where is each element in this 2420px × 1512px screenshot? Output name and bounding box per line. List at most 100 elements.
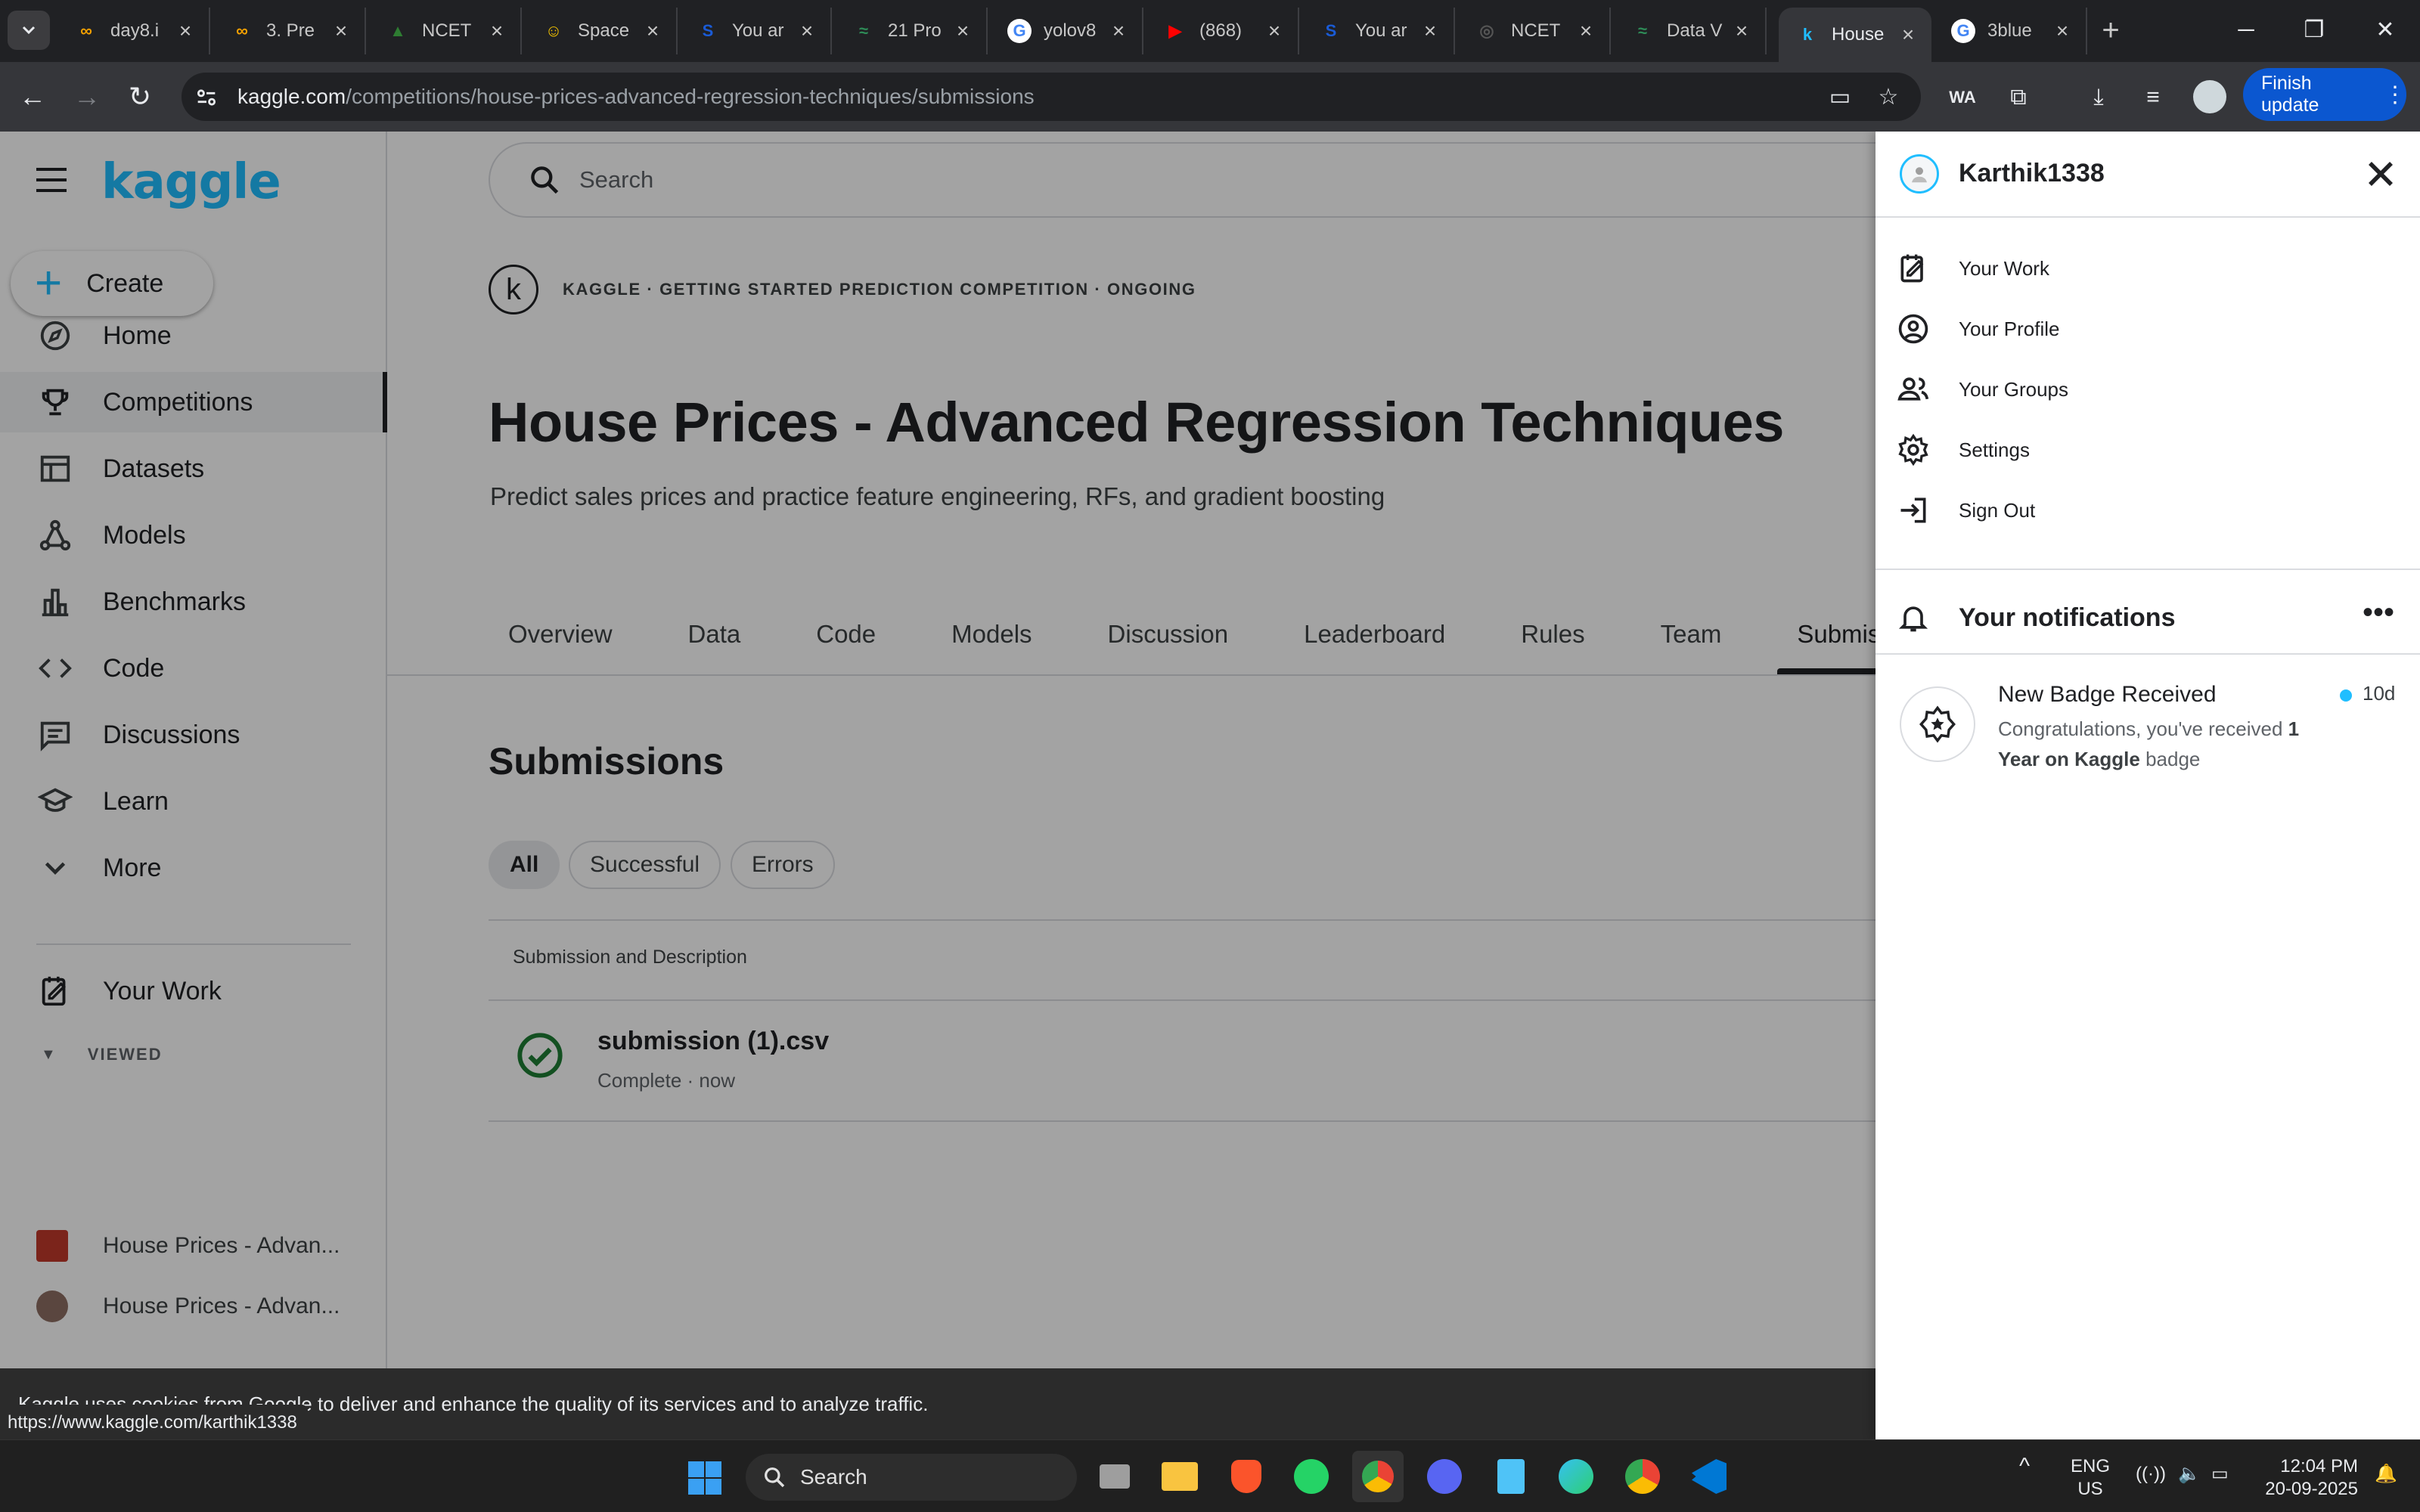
more-horiz-icon[interactable]: ••• <box>2360 597 2397 635</box>
tab-close-icon[interactable]: × <box>1109 19 1128 43</box>
tab-title: NCET <box>422 20 472 41</box>
tab-title: You ar <box>1355 20 1407 41</box>
menu-item-your-profile[interactable]: Your Profile <box>1897 302 2396 355</box>
menu-item-label: Your Profile <box>1959 317 2060 340</box>
maximize-button[interactable]: ❐ <box>2291 14 2337 47</box>
tab-close-icon[interactable]: × <box>1732 19 1751 43</box>
brave-browser-icon[interactable] <box>1221 1451 1272 1502</box>
volume-icon[interactable]: 🔈 <box>2178 1463 2201 1486</box>
cast-icon[interactable]: ▭ <box>1823 80 1857 115</box>
browser-tab[interactable]: ∞ 3. Pre × <box>213 8 366 54</box>
taskbar-search-label: Search <box>800 1465 867 1489</box>
wifi-icon[interactable]: ((·)) <box>2136 1463 2166 1486</box>
browser-tab[interactable]: ◎ NCET × <box>1458 8 1611 54</box>
vscode-icon[interactable] <box>1683 1451 1735 1502</box>
language-indicator[interactable]: ENG US <box>2071 1455 2110 1501</box>
discord-icon[interactable] <box>1419 1451 1470 1502</box>
reload-button[interactable]: ↻ <box>121 79 159 116</box>
browser-tab[interactable]: ≈ Data V × <box>1614 8 1767 54</box>
tab-favicon-icon: ≈ <box>1637 21 1648 40</box>
extension-wa-icon[interactable]: WA <box>1945 80 1980 115</box>
tab-title: 3. Pre <box>266 20 315 41</box>
browser-tab[interactable]: ☺ Space × <box>525 8 678 54</box>
task-view-icon[interactable] <box>1089 1451 1140 1502</box>
menu-item-your-groups[interactable]: Your Groups <box>1897 363 2396 416</box>
downloads-icon[interactable]: ⤓ <box>2081 80 2116 115</box>
edge-icon[interactable] <box>1550 1451 1602 1502</box>
menu-item-settings[interactable]: Settings <box>1897 423 2396 476</box>
notifications-header: Your notifications <box>1897 591 2411 644</box>
extensions-puzzle-icon[interactable]: ⧉ <box>2001 80 2036 115</box>
tab-title: Data V <box>1667 20 1723 41</box>
finish-update-button[interactable]: Finish update ⋮ <box>2243 68 2406 121</box>
panel-divider <box>1876 216 2420 218</box>
clock-time: 12:04 PM <box>2280 1456 2358 1476</box>
panel-divider <box>1876 569 2420 570</box>
browser-tab[interactable]: ▲ NCET × <box>369 8 522 54</box>
tab-favicon-icon: G <box>1007 19 1032 43</box>
notepad-icon[interactable] <box>1485 1451 1537 1502</box>
browser-tab[interactable]: ▶ (868) × <box>1146 8 1299 54</box>
bell-icon <box>1898 606 1928 632</box>
tray-chevron-up-icon[interactable]: ^ <box>2019 1455 2030 1478</box>
more-vert-icon: ⋮ <box>2384 82 2406 107</box>
tab-close-icon[interactable]: × <box>175 19 195 43</box>
menu-item-label: Your Groups <box>1959 377 2069 401</box>
menu-item-your-work[interactable]: Your Work <box>1897 242 2396 295</box>
avatar[interactable] <box>1900 154 1939 194</box>
taskbar-search[interactable]: Search <box>746 1454 1077 1501</box>
tab-close-icon[interactable]: × <box>953 19 973 43</box>
browser-tab[interactable]: S You ar × <box>1302 8 1455 54</box>
tab-close-icon[interactable]: × <box>1898 23 1918 47</box>
tab-close-icon[interactable]: × <box>1264 19 1284 43</box>
tab-close-icon[interactable]: × <box>1420 19 1440 43</box>
bookmark-star-icon[interactable]: ☆ <box>1871 80 1906 115</box>
battery-icon[interactable]: ▭ <box>2211 1463 2229 1486</box>
profile-avatar[interactable] <box>2193 80 2226 113</box>
tab-close-icon[interactable]: × <box>1576 19 1596 43</box>
modal-scrim[interactable] <box>0 132 1876 1439</box>
menu-item-label: Sign Out <box>1959 498 2036 522</box>
notification-center-icon[interactable]: 🔔 <box>2375 1463 2397 1486</box>
close-window-button[interactable]: ✕ <box>2363 14 2408 47</box>
back-button[interactable]: ← <box>14 79 51 116</box>
tab-close-icon[interactable]: × <box>2052 19 2072 43</box>
browser-tab[interactable]: k House × <box>1779 8 1931 62</box>
tab-search-button[interactable] <box>8 11 50 50</box>
notification-time: 10d <box>2363 682 2396 705</box>
browser-tab[interactable]: ≈21 Pro × <box>835 8 988 54</box>
badge-icon <box>1900 686 1975 762</box>
tab-favicon-icon: ∞ <box>236 21 248 40</box>
whatsapp-icon[interactable] <box>1286 1451 1337 1502</box>
browser-tab[interactable]: Gyolov8 × <box>991 8 1143 54</box>
windows-start-icon[interactable] <box>687 1460 723 1496</box>
chrome-icon[interactable] <box>1352 1451 1404 1502</box>
browser-tab[interactable]: G 3blue × <box>1934 8 2087 54</box>
browser-tab[interactable]: S You ar × <box>679 8 832 54</box>
tab-favicon-icon: ≈ <box>858 21 869 40</box>
tab-title: yolov8 <box>1044 20 1097 41</box>
forward-button[interactable]: → <box>68 79 106 116</box>
browser-tab[interactable]: ∞ day8.i × <box>57 8 210 54</box>
clock[interactable]: 12:04 PM 20-09-2025 <box>2260 1455 2358 1501</box>
groups-icon <box>1897 377 1929 401</box>
media-control-icon[interactable]: ≡ <box>2136 80 2170 115</box>
site-info-icon[interactable] <box>194 85 219 110</box>
chrome-icon[interactable] <box>1617 1451 1668 1502</box>
tab-favicon-icon: ▲ <box>389 21 406 40</box>
new-tab-button[interactable]: + <box>2093 14 2128 48</box>
clock-date: 20-09-2025 <box>2265 1479 2358 1499</box>
file-explorer-icon[interactable] <box>1154 1451 1205 1502</box>
menu-item-sign-out[interactable]: Sign Out <box>1897 484 2396 537</box>
minimize-button[interactable]: ─ <box>2223 14 2269 47</box>
username[interactable]: Karthik1338 <box>1959 159 2105 188</box>
tab-close-icon[interactable]: × <box>331 19 351 43</box>
tab-close-icon[interactable]: × <box>797 19 817 43</box>
notification-title[interactable]: New Badge Received <box>1998 682 2217 708</box>
close-icon[interactable] <box>2360 153 2402 195</box>
url-text[interactable]: kaggle.com/competitions/house-prices-adv… <box>237 85 1035 109</box>
tab-strip: ∞ day8.i × ∞ 3. Pre × ▲ NCET × ☺ Space × S You ar × ≈21… <box>0 0 2420 62</box>
tab-close-icon[interactable]: × <box>643 19 662 43</box>
tab-close-icon[interactable]: × <box>487 19 507 43</box>
notification-body-suffix: badge <box>2139 748 2201 770</box>
